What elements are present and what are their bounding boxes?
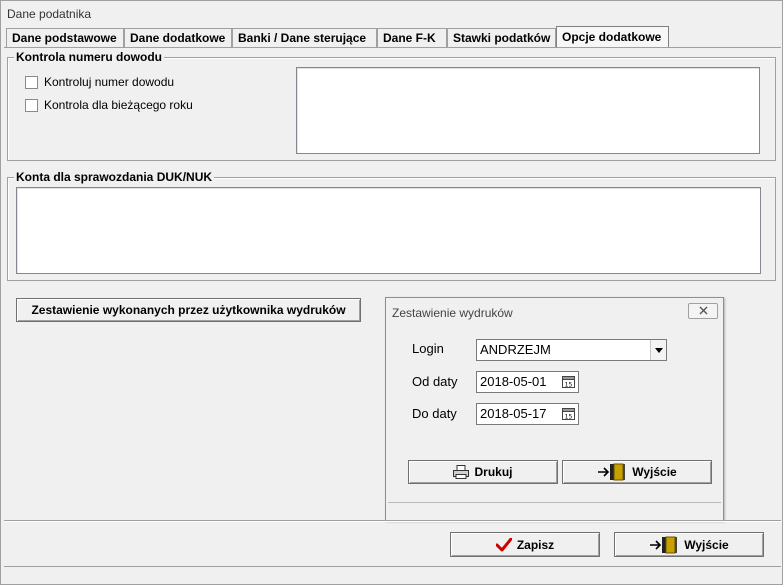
button-label: Zestawienie wykonanych przez użytkownika… bbox=[31, 303, 346, 317]
svg-text:15: 15 bbox=[565, 382, 573, 389]
button-label: Wyjście bbox=[632, 465, 677, 479]
dialog-wyjscie-button[interactable]: Wyjście bbox=[562, 460, 712, 484]
do-daty-value: 2018-05-17 bbox=[480, 406, 547, 421]
button-label: Drukuj bbox=[474, 465, 513, 479]
od-daty-label: Od daty bbox=[412, 374, 458, 389]
od-daty-date-field[interactable]: 2018-05-01 15 bbox=[476, 371, 579, 393]
zestawienie-wydrukow-button[interactable]: Zestawienie wykonanych przez użytkownika… bbox=[16, 298, 361, 322]
do-daty-label: Do daty bbox=[412, 406, 457, 421]
login-select[interactable]: ANDRZEJM bbox=[476, 339, 667, 361]
group-legend: Konta dla sprawozdania DUK/NUK bbox=[14, 170, 215, 184]
tab-stawki-podatkow[interactable]: Stawki podatków bbox=[447, 28, 556, 48]
tab-dane-dodatkowe[interactable]: Dane dodatkowe bbox=[124, 28, 232, 48]
checkbox-kontrola-dla-biezacego-roku[interactable]: Kontrola dla bieżącego roku bbox=[25, 98, 193, 112]
tab-strip: Dane podstawowe Dane dodatkowe Banki / D… bbox=[6, 26, 781, 48]
drukuj-button[interactable]: Drukuj bbox=[408, 460, 558, 484]
exit-door-icon bbox=[649, 536, 679, 554]
window-title: Dane podatnika bbox=[7, 7, 92, 21]
wyjscie-button[interactable]: Wyjście bbox=[614, 532, 764, 557]
checkbox-label: Kontroluj numer dowodu bbox=[44, 75, 175, 89]
exit-door-icon bbox=[597, 463, 627, 481]
login-value: ANDRZEJM bbox=[480, 342, 551, 357]
main-status-bar bbox=[4, 566, 781, 583]
checkmark-icon bbox=[495, 537, 512, 552]
dialog-close-button[interactable] bbox=[688, 303, 718, 319]
tab-banki-dane-sterujace[interactable]: Banki / Dane sterujące bbox=[232, 28, 377, 48]
footer-separator bbox=[4, 520, 781, 522]
checkbox-kontroluj-numer-dowodu[interactable]: Kontroluj numer dowodu bbox=[25, 75, 174, 89]
calendar-icon[interactable]: 15 bbox=[561, 374, 576, 389]
printer-icon bbox=[453, 465, 470, 479]
tab-dane-fk[interactable]: Dane F-K bbox=[377, 28, 447, 48]
chevron-down-icon[interactable] bbox=[650, 340, 666, 360]
svg-text:15: 15 bbox=[565, 414, 573, 421]
tab-dane-podstawowe[interactable]: Dane podstawowe bbox=[6, 28, 124, 48]
calendar-icon[interactable]: 15 bbox=[561, 406, 576, 421]
title-bar: Dane podatnika bbox=[1, 1, 782, 25]
button-label: Wyjście bbox=[684, 537, 729, 552]
login-label: Login bbox=[412, 341, 444, 356]
dialog-status-bar bbox=[388, 502, 721, 520]
button-label: Zapisz bbox=[516, 537, 555, 552]
main-window: Dane podatnika Dane podstawowe Dane doda… bbox=[0, 0, 783, 585]
od-daty-value: 2018-05-01 bbox=[480, 374, 547, 389]
zestawienie-wydrukow-dialog: Zestawienie wydruków Login ANDRZEJM Od d… bbox=[385, 297, 724, 521]
konta-text-area[interactable] bbox=[16, 187, 761, 274]
close-icon bbox=[699, 304, 708, 318]
checkbox-box[interactable] bbox=[25, 75, 38, 89]
dialog-title: Zestawienie wydruków bbox=[392, 306, 513, 320]
do-daty-date-field[interactable]: 2018-05-17 15 bbox=[476, 403, 579, 425]
kontrola-text-area[interactable] bbox=[296, 67, 760, 154]
checkbox-label: Kontrola dla bieżącego roku bbox=[44, 98, 193, 112]
group-legend: Kontrola numeru dowodu bbox=[14, 50, 164, 64]
zapisz-button[interactable]: Zapisz bbox=[450, 532, 600, 557]
checkbox-box[interactable] bbox=[25, 98, 38, 112]
tab-opcje-dodatkowe[interactable]: Opcje dodatkowe bbox=[556, 26, 669, 48]
